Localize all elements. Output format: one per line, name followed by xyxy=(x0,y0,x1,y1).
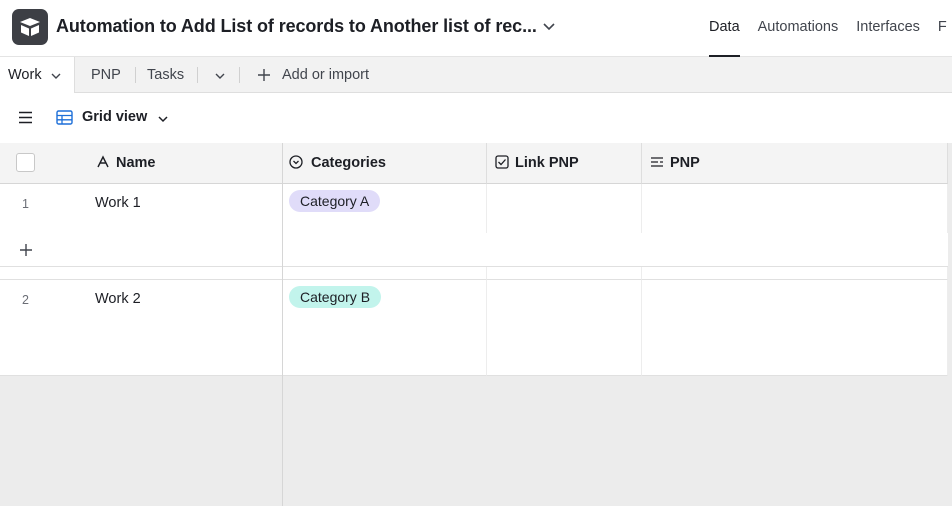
top-nav: Data Automations Interfaces F xyxy=(709,0,947,57)
grid-view-icon xyxy=(56,110,73,125)
view-bar: Grid view xyxy=(0,93,952,143)
nav-interfaces[interactable]: Interfaces xyxy=(856,0,920,57)
column-header-pnp[interactable]: PNP xyxy=(642,143,948,184)
text-field-icon xyxy=(97,155,109,168)
single-select-icon xyxy=(289,155,303,169)
cell-text: Work 2 xyxy=(95,291,141,307)
add-record-row[interactable] xyxy=(0,233,283,267)
row-number: 1 xyxy=(22,197,29,211)
cell-text: Work 1 xyxy=(95,195,141,211)
column-header-label: PNP xyxy=(670,155,700,171)
nav-forms[interactable]: F xyxy=(938,0,947,57)
column-header-label: Categories xyxy=(311,155,386,171)
row-number-cell[interactable]: 2 xyxy=(0,280,88,376)
chevron-down-icon[interactable] xyxy=(157,113,169,125)
category-pill: Category B xyxy=(289,286,382,308)
base-icon xyxy=(20,18,40,36)
table-cell-categories[interactable]: Category B xyxy=(283,280,487,376)
column-header-categories[interactable]: Categories xyxy=(283,143,487,184)
plus-icon[interactable] xyxy=(19,243,33,257)
select-all-checkbox[interactable] xyxy=(16,153,35,172)
menu-icon[interactable] xyxy=(18,111,33,124)
table-cell-link-pnp[interactable] xyxy=(487,280,642,376)
tab-work[interactable]: Work xyxy=(0,57,75,94)
add-record-row-extension[interactable] xyxy=(283,233,948,267)
chevron-down-icon[interactable] xyxy=(50,70,62,82)
column-header-label: Name xyxy=(116,155,156,171)
long-text-icon xyxy=(651,157,663,167)
column-header-label: Link PNP xyxy=(515,155,579,171)
base-title[interactable]: Automation to Add List of records to Ano… xyxy=(56,16,537,37)
view-name[interactable]: Grid view xyxy=(82,109,147,125)
nav-data[interactable]: Data xyxy=(709,0,740,57)
chevron-down-icon[interactable] xyxy=(214,70,226,82)
column-header-name[interactable]: Name xyxy=(88,143,283,184)
tab-pnp[interactable]: PNP xyxy=(91,57,121,94)
table-cell-pnp[interactable] xyxy=(642,280,948,376)
plus-icon[interactable] xyxy=(257,68,271,82)
frozen-pane-divider xyxy=(282,143,283,506)
table-tabs-bar: Work PNP Tasks Add or import xyxy=(0,57,952,94)
add-or-import-button[interactable]: Add or import xyxy=(282,57,369,94)
nav-automations[interactable]: Automations xyxy=(758,0,839,57)
column-header-link-pnp[interactable]: Link PNP xyxy=(487,143,642,184)
tab-tasks[interactable]: Tasks xyxy=(147,57,184,94)
row-number: 2 xyxy=(22,293,29,307)
category-pill: Category A xyxy=(289,190,381,212)
row-select-header xyxy=(0,143,88,184)
tab-divider xyxy=(135,67,136,83)
tab-divider xyxy=(239,67,240,83)
chevron-down-icon[interactable] xyxy=(540,17,558,35)
app-logo[interactable] xyxy=(12,9,48,45)
top-header: Automation to Add List of records to Ano… xyxy=(0,0,952,57)
tab-divider xyxy=(197,67,198,83)
tab-work-label: Work xyxy=(8,67,42,83)
checkbox-icon xyxy=(495,155,509,169)
table-cell-name[interactable]: Work 2 xyxy=(88,280,283,376)
